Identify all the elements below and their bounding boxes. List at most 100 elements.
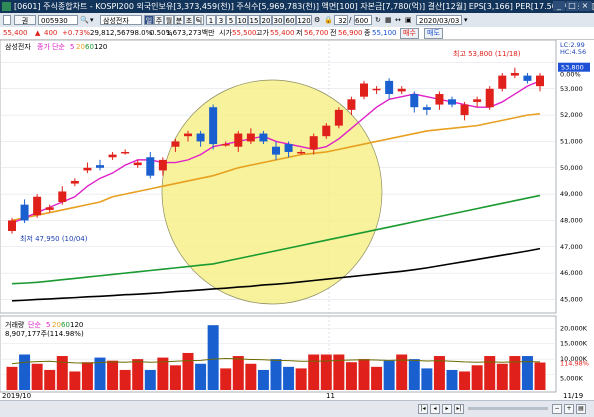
minute-5-button[interactable]: 5 [226,15,236,25]
minute-60-button[interactable]: 60 [284,15,296,25]
low-value: 56,700 [304,29,329,37]
candle-up [510,72,519,76]
period-second-button[interactable]: 초 [184,15,194,25]
date-picker-icon[interactable]: ▾ [464,15,472,25]
volume-bar [56,356,68,390]
date-input[interactable]: 2020/03/03 [416,15,462,25]
volume-bar [421,368,433,390]
up-triangle-icon: ▲ [35,29,41,37]
period-month-button[interactable]: 월 [164,15,174,25]
minimize-icon[interactable]: _ [553,1,565,11]
minute-120-button[interactable]: 120 [296,15,312,25]
candle-up [133,162,142,166]
minute-30-button[interactable]: 30 [272,15,284,25]
bars-input[interactable]: 600 [354,15,372,25]
price-axis-label: 52,000 [560,111,583,119]
buy-button[interactable]: 매수 [400,28,419,39]
candle-up [45,207,54,210]
volume-bar [484,356,496,390]
candle-down [422,107,431,110]
candle-up [158,159,167,171]
volume-bar [207,325,219,390]
candle-up [246,133,255,142]
candle-down [196,133,205,142]
candle-up [83,167,92,171]
candle-up [70,180,79,184]
volume-bar [383,360,395,390]
refresh-icon[interactable]: ↻ [375,15,383,25]
volume-axis-label: 20,000K [560,324,588,332]
candle-up [234,133,243,147]
sell-button[interactable]: 매도 [424,28,443,39]
open-value: 55,500 [232,29,257,37]
search-icon[interactable]: 🔍 [80,15,89,25]
minute-1-button[interactable]: 1 [206,15,216,25]
expand-icon[interactable]: ↔ [395,15,403,25]
period-minute-button[interactable]: 분 [174,15,184,25]
close-icon[interactable]: × [579,1,591,11]
grid-icon[interactable]: ▦ [385,15,393,25]
price-value: 55,400 [3,29,28,37]
lock-icon[interactable]: 🔒 [324,15,333,25]
maximize-icon[interactable]: □ [566,1,578,11]
volume-axis-label: 5,000K [560,375,584,383]
minute-10-button[interactable]: 10 [236,15,248,25]
close-label: 종 [364,29,371,37]
low-label: 저 [296,29,303,37]
count-input[interactable]: 32 [334,15,348,25]
volume-bar [119,369,131,390]
zoom-slider[interactable] [468,407,548,410]
menu-icon[interactable] [3,15,11,25]
volume-bar [295,368,307,390]
count-separator: / [349,16,352,24]
price-axis-label: 50,000 [560,164,583,172]
candle-up [435,94,444,105]
price-axis-label: 45,000 [560,295,583,303]
x-axis-label-start: 2019/10 [2,392,31,400]
code-type-dropdown[interactable]: 권 [14,15,36,25]
price-volume-chart[interactable]: LC:2.99HC:4.5653,8000.00%53,00052,00051,… [0,40,594,400]
period-day-button[interactable]: 일 [144,15,154,25]
calendar-icon[interactable]: ▣ [405,15,413,25]
volume-bar [69,371,81,390]
volume-bar [19,354,31,390]
prev-page-icon[interactable]: ◂ [430,404,440,414]
price-axis-label: 47,000 [560,243,583,251]
period-week-button[interactable]: 주 [154,15,164,25]
vol-ma60-legend: 60 [61,321,70,329]
volume-bar [320,354,332,390]
volume-value-label: 8,907,177주(114.98%) [5,330,84,338]
zoom-out-icon[interactable]: − [552,404,562,414]
zoom-in-icon[interactable]: + [564,404,574,414]
candle-up [473,99,482,102]
candle-up [498,75,507,89]
volume-bar [232,356,244,390]
minute-15-button[interactable]: 15 [248,15,260,25]
app-icon [2,2,11,11]
last-page-icon[interactable]: ▸| [454,404,464,414]
minute-20-button[interactable]: 20 [260,15,272,25]
stock-code-input[interactable]: 005930 [38,15,78,25]
price-axis-label: 46,000 [560,269,583,277]
candle-down [410,94,419,108]
open-label: 시가 [219,29,232,37]
period-tick-button[interactable]: 틱 [194,15,204,25]
minute-3-button[interactable]: 3 [216,15,226,25]
fit-icon[interactable]: ▤ [576,404,586,414]
first-page-icon[interactable]: |◂ [418,404,428,414]
candle-up [460,104,469,116]
volume-bar [245,363,257,390]
vol-ma5-legend: 5 [46,321,50,329]
candle-up [485,88,494,108]
candle-down [385,80,394,95]
next-page-icon[interactable]: ▸ [442,404,452,414]
candle-up [322,125,331,137]
scroll-control-bar: |◂ ◂ ▸ ▸| − + ▤ [0,400,594,417]
candle-down [259,133,268,142]
arrow-icon[interactable]: ▾ [90,15,98,25]
candle-up [309,136,318,150]
volume-bar [220,368,232,390]
ma20-legend: 20 [76,43,85,51]
settings-icon[interactable]: ⚙ [314,15,322,25]
price-axis-label: 51,000 [560,137,583,145]
